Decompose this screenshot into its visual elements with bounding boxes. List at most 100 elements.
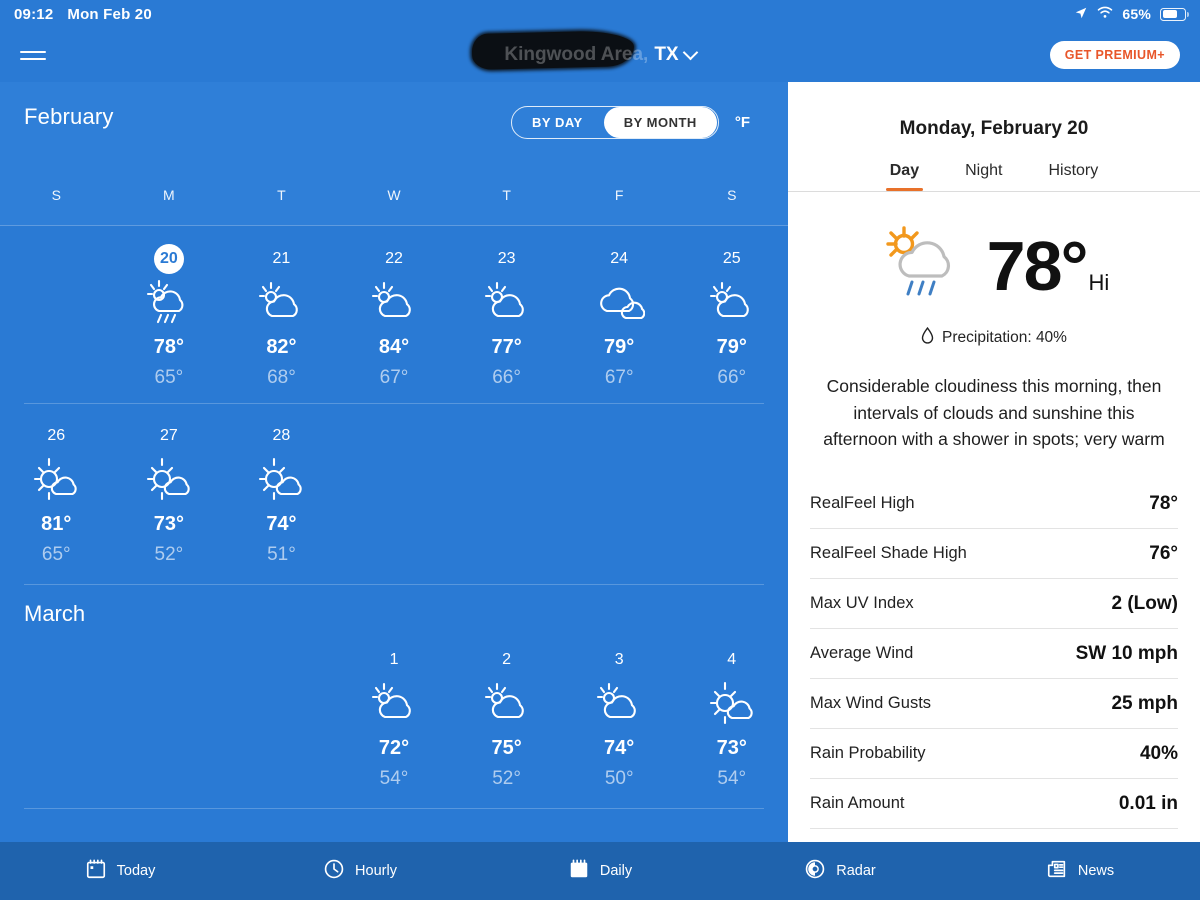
calendar-day-number[interactable]: 22: [379, 244, 409, 274]
detail-row: Max Wind Gusts 25 mph: [810, 679, 1178, 729]
calendar-day-high: 82°: [266, 336, 297, 358]
detail-tabs: Day Night History: [788, 162, 1200, 191]
current-temperature-block: 78° Hi: [986, 227, 1110, 306]
bottom-navigation: Today Hourly Daily Radar News: [0, 842, 1200, 900]
unit-toggle[interactable]: °F: [735, 114, 750, 131]
nav-item-hourly[interactable]: Hourly: [240, 858, 480, 884]
calendar-day-cell[interactable]: 22 84° 67°: [338, 244, 451, 389]
weekday-label: S: [727, 187, 737, 203]
calendar-day-cell[interactable]: 1 72° 54°: [338, 645, 451, 790]
get-premium-button[interactable]: GET PREMIUM+: [1049, 41, 1180, 69]
calendar-day-number[interactable]: 20: [153, 244, 184, 274]
calendar-day-cell[interactable]: 4 73° 54°: [675, 645, 788, 790]
detail-row: Rain Amount 0.01 in: [810, 779, 1178, 829]
calendar-day-number[interactable]: 28: [266, 421, 296, 451]
temperature-suffix: Hi: [1088, 269, 1110, 295]
mostly-sunny-icon: [143, 455, 195, 503]
calendar-header: February BY DAY BY MONTH °F S M T W T F …: [0, 82, 788, 225]
detail-row-key: Max UV Index: [810, 594, 914, 613]
calendar-day-low: 52°: [492, 768, 521, 789]
calendar-day-cell[interactable]: 20 78° 65°: [113, 244, 226, 389]
calendar-daily-icon: [568, 858, 590, 884]
calendar-day-number[interactable]: 21: [266, 244, 296, 274]
detail-row-key: Rain Probability: [810, 744, 926, 763]
mostly-sunny-icon: [706, 679, 758, 727]
detail-rows-list: RealFeel High 78° RealFeel Shade High 76…: [810, 479, 1178, 829]
weekday-label: T: [277, 187, 286, 203]
sun-cloud-icon: [593, 679, 645, 727]
calendar-day-number[interactable]: 2: [492, 645, 522, 675]
calendar-day-high: 74°: [266, 513, 297, 535]
calendar-day-high: 74°: [604, 737, 635, 759]
detail-row: RealFeel Shade High 76°: [810, 529, 1178, 579]
calendar-day-cell[interactable]: 26 81° 65°: [0, 421, 113, 566]
location-state: TX: [654, 44, 679, 65]
calendar-day-number[interactable]: 27: [154, 421, 184, 451]
calendar-day-low: 51°: [267, 544, 296, 565]
nav-item-radar[interactable]: Radar: [720, 858, 960, 884]
calendar-day-cell[interactable]: 24 79° 67°: [563, 244, 676, 389]
detail-row: Average Wind SW 10 mph: [810, 629, 1178, 679]
nav-item-today[interactable]: Today: [0, 858, 240, 884]
calendar-week-row: 26 81° 65° 27 73° 52° 28 74° 51°: [0, 403, 788, 580]
calendar-day-number[interactable]: 24: [604, 244, 634, 274]
calendar-day-cell[interactable]: 23 77° 66°: [450, 244, 563, 389]
detail-row-key: RealFeel Shade High: [810, 544, 967, 563]
detail-date-title: Monday, February 20: [899, 118, 1089, 139]
calendar-day-high: 79°: [604, 336, 635, 358]
calendar-day-high: 73°: [153, 513, 184, 535]
chevron-down-icon[interactable]: [682, 44, 698, 61]
calendar-day-cell[interactable]: 25 79° 66°: [675, 244, 788, 389]
tab-day[interactable]: Day: [885, 162, 924, 191]
calendar-day-number[interactable]: 25: [717, 244, 747, 274]
status-bar-left: 09:12 Mon Feb 20: [14, 6, 152, 23]
calendar-day-low: 54°: [379, 768, 409, 789]
mostly-sunny-icon: [255, 455, 307, 503]
detail-row: Rain Probability 40%: [810, 729, 1178, 779]
detail-row-value: 2 (Low): [1111, 592, 1179, 614]
weekday-header-row: S M T W T F S: [0, 187, 788, 203]
main-content: February BY DAY BY MONTH °F S M T W T F …: [0, 82, 1200, 842]
forecast-description: Considerable cloudiness this morning, th…: [823, 376, 1165, 450]
current-temperature: 78°: [986, 227, 1089, 306]
cloudy-icon: [593, 278, 646, 326]
toggle-by-day[interactable]: BY DAY: [512, 107, 603, 138]
weekday-label: F: [614, 187, 624, 203]
calendar-day-cell[interactable]: 21 82° 68°: [225, 244, 338, 389]
view-toggle[interactable]: BY DAY BY MONTH: [511, 106, 719, 139]
calendar-day-high: 75°: [491, 737, 522, 759]
calendar-today-icon: [85, 858, 107, 884]
weekday-label: W: [387, 187, 401, 203]
hamburger-menu-icon[interactable]: [20, 46, 46, 65]
calendar-day-number[interactable]: 4: [717, 645, 747, 675]
calendar-day-cell[interactable]: 2 75° 52°: [450, 645, 563, 790]
sun-cloud-icon: [368, 278, 420, 326]
location-selector-button[interactable]: Kingwood Area, TX: [471, 30, 698, 70]
status-time: 09:12: [14, 5, 54, 23]
detail-row-key: RealFeel High: [810, 494, 915, 513]
nav-item-daily[interactable]: Daily: [480, 858, 720, 884]
calendar-day-cell[interactable]: 27 73° 52°: [113, 421, 226, 566]
calendar-day-low: 66°: [492, 367, 521, 388]
weekday-label: T: [502, 187, 511, 203]
calendar-day-low: 65°: [41, 544, 71, 565]
tab-history[interactable]: History: [1048, 162, 1098, 191]
tab-night[interactable]: Night: [965, 162, 1002, 191]
calendar-day-high: 81°: [41, 513, 72, 535]
nav-item-news[interactable]: News: [960, 858, 1200, 884]
calendar-day-cell[interactable]: 3 74° 50°: [563, 645, 676, 790]
calendar-day-number[interactable]: 1: [379, 645, 409, 675]
sun-cloud-icon: [481, 679, 533, 727]
sun-cloud-icon: [706, 278, 758, 326]
calendar-day-low: 67°: [604, 367, 634, 388]
calendar-day-number[interactable]: 23: [492, 244, 522, 274]
tab-underline-rule: [788, 191, 1200, 192]
calendar-day-cell[interactable]: 28 74° 51°: [225, 421, 338, 566]
water-drop-icon: [921, 326, 934, 349]
calendar-day-number[interactable]: 3: [604, 645, 634, 675]
calendar-day-low: 66°: [717, 367, 747, 388]
calendar-day-number[interactable]: 26: [41, 421, 71, 451]
toggle-by-month[interactable]: BY MONTH: [603, 107, 717, 138]
location-selector: Kingwood Area, TX: [0, 28, 1200, 82]
detail-row-value: 76°: [1149, 542, 1178, 564]
